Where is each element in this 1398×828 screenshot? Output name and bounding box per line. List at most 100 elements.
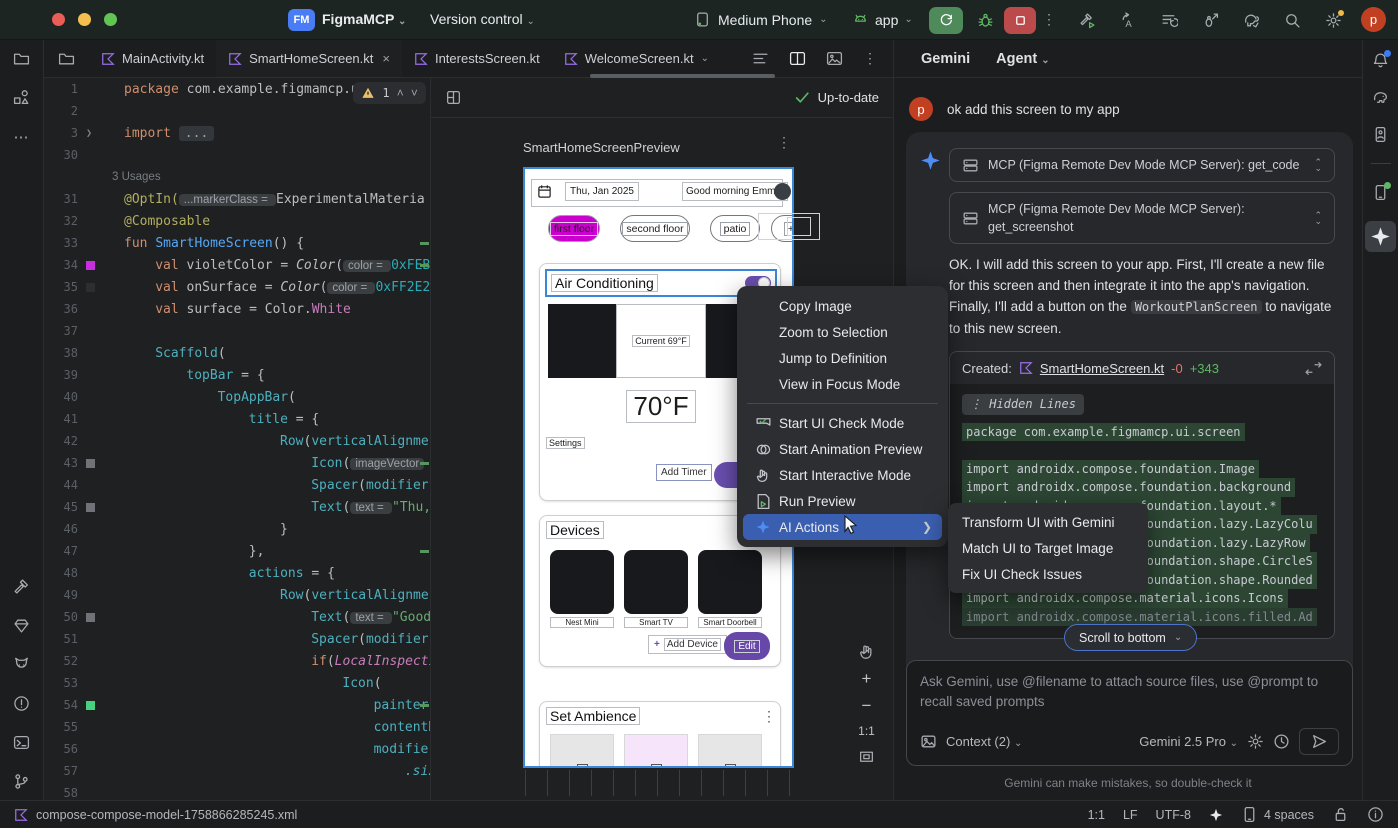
mcp-tool-call[interactable]: MCP (Figma Remote Dev Mode MCP Server): … [949,148,1335,182]
preview-composable-name[interactable]: SmartHomeScreenPreview [523,140,680,155]
code-line[interactable]: 30 [44,144,430,166]
minimize-window-button[interactable] [78,13,91,26]
code-line[interactable]: 39topBar = { [44,364,430,386]
color-preview-mark[interactable] [86,283,95,292]
caret-position[interactable]: 1:1 [1088,808,1105,822]
problems-icon[interactable] [13,695,30,712]
zoom-out-button[interactable]: − [862,697,872,714]
menu-item-zoom-to-selection[interactable]: Zoom to Selection [743,319,942,345]
rerun-button[interactable] [929,7,963,34]
code-view-icon[interactable] [752,50,769,67]
zoom-in-button[interactable]: + [862,670,872,687]
code-line[interactable]: 32@Composable [44,210,430,232]
submenu-item-transform-ui-with-gemini[interactable]: Transform UI with Gemini [948,509,1148,535]
usages-inlay[interactable]: 3 Usages [44,166,430,188]
file-encoding[interactable]: UTF-8 [1156,808,1191,822]
account-avatar[interactable]: p [1361,7,1386,32]
device-selector[interactable]: Medium Phone ⌄ [694,11,828,28]
search-everywhere-icon[interactable] [1284,12,1301,29]
history-icon[interactable] [1273,733,1290,750]
code-line[interactable]: 34val violetColor = Color(color = 0xFEB [44,254,430,276]
device-tile[interactable] [698,550,762,614]
code-line[interactable]: 58cli [44,782,430,800]
code-line[interactable]: 56modifier [44,738,430,760]
inspection-widget[interactable]: 1 ˄˅ [353,82,426,104]
model-selector[interactable]: Gemini 2.5 Pro ⌄ [1139,734,1238,749]
menu-item-start-animation-preview[interactable]: Start Animation Preview [743,436,942,462]
code-line[interactable]: 3❯import ... [44,122,430,144]
add-device-button[interactable]: + Add Device [648,635,727,654]
hidden-lines-chip[interactable]: ⋮ Hidden Lines [962,394,1084,415]
profiler-icon[interactable] [1161,12,1178,29]
ai-status-icon[interactable] [1209,808,1223,822]
project-tree-toggle[interactable] [44,40,89,77]
code-line[interactable]: 50Text(text = "Good [44,606,430,628]
pan-hand-icon[interactable] [858,643,875,660]
code-line[interactable]: 38Scaffold( [44,342,430,364]
code-line[interactable]: 54painter [44,694,430,716]
tab-MainActivity.kt[interactable]: MainActivity.kt [89,40,216,77]
code-editor[interactable]: 1package com.example.figmamcp.u23❯import… [44,78,430,800]
settings-icon[interactable] [1325,12,1342,29]
build-icon[interactable] [13,578,30,595]
code-line[interactable]: 53Icon( [44,672,430,694]
gradle-sync-icon[interactable] [1243,12,1260,29]
split-view-icon[interactable] [789,50,806,67]
tab-agent[interactable]: Agent ⌄ [996,51,1050,67]
mcp-tool-call[interactable]: MCP (Figma Remote Dev Mode MCP Server): … [949,192,1335,244]
add-timer-button[interactable]: Add Timer [656,464,712,481]
code-line[interactable]: 33fun SmartHomeScreen() { [44,232,430,254]
version-control-icon[interactable] [13,773,30,790]
gemini-strip-button[interactable] [1365,221,1396,252]
line-ending[interactable]: LF [1123,808,1138,822]
floor-chip-patio[interactable]: patio [710,215,760,242]
context-selector[interactable]: Context (2) ⌄ [946,734,1022,749]
code-line[interactable]: 55contentD [44,716,430,738]
code-line[interactable]: 45Text(text = "Thu, [44,496,430,518]
color-preview-mark[interactable] [86,503,95,512]
code-line[interactable]: 43Icon(imageVector [44,452,430,474]
code-line[interactable]: 40TopAppBar( [44,386,430,408]
code-line[interactable]: 52if(LocalInspecti [44,650,430,672]
ambience-tile[interactable] [550,734,614,768]
menu-item-start-interactive-mode[interactable]: Start Interactive Mode [743,462,942,488]
floor-chip-first floor[interactable]: first floor [548,215,600,242]
gradle-button[interactable] [1372,89,1389,106]
selection-handle[interactable] [787,217,811,236]
created-file-link[interactable]: SmartHomeScreen.kt [1040,361,1164,376]
info-icon[interactable] [1367,806,1384,823]
code-line[interactable]: 49Row(verticalAlignmen [44,584,430,606]
expand-icon[interactable]: ⌃⌄ [1314,212,1322,224]
editor-options-kebab[interactable]: ⋮ [863,56,877,61]
ac-decrease-button[interactable] [548,304,616,378]
running-devices-button[interactable] [1372,184,1389,201]
debug-button[interactable] [970,7,1000,34]
zoom-reset-button[interactable]: 1:1 [858,724,875,738]
statusbar-file[interactable]: compose-compose-model-1758866285245.xml [36,808,297,822]
code-line[interactable]: 47}, [44,540,430,562]
device-tile[interactable] [550,550,614,614]
ambience-kebab[interactable]: ⋮ [762,714,776,719]
tab-gemini[interactable]: Gemini [921,51,970,67]
menu-item-jump-to-definition[interactable]: Jump to Definition [743,345,942,371]
ambience-tile[interactable] [698,734,762,768]
attach-debugger-icon[interactable] [1202,12,1219,29]
code-line[interactable]: 35val onSurface = Color(color = 0xFF2E2 [44,276,430,298]
device-tile[interactable] [624,550,688,614]
preview-kebab[interactable]: ⋮ [777,140,791,145]
code-line[interactable]: 44Spacer(modifier [44,474,430,496]
submenu-item-match-ui-to-target-image[interactable]: Match UI to Target Image [948,535,1148,561]
tab-WelcomeScreen.kt[interactable]: WelcomeScreen.kt⌄ [552,40,721,77]
more-tools-icon[interactable]: ⋯ [14,128,30,146]
indent-setting[interactable]: 4 spaces [1241,806,1314,823]
maximize-window-button[interactable] [104,13,117,26]
expand-icon[interactable]: ⌃⌄ [1314,159,1322,171]
apply-changes-icon[interactable]: A [1120,12,1137,29]
gear-icon[interactable] [1247,733,1264,750]
tab-InterestsScreen.kt[interactable]: InterestsScreen.kt [402,40,552,77]
terminal-icon[interactable] [13,734,30,751]
code-line[interactable]: 31@OptIn(...markerClass = ExperimentalMa… [44,188,430,210]
floor-chip-second floor[interactable]: second floor [620,215,690,242]
lock-icon[interactable] [1332,806,1349,823]
project-selector[interactable]: FigmaMCP ⌄ [322,11,406,27]
